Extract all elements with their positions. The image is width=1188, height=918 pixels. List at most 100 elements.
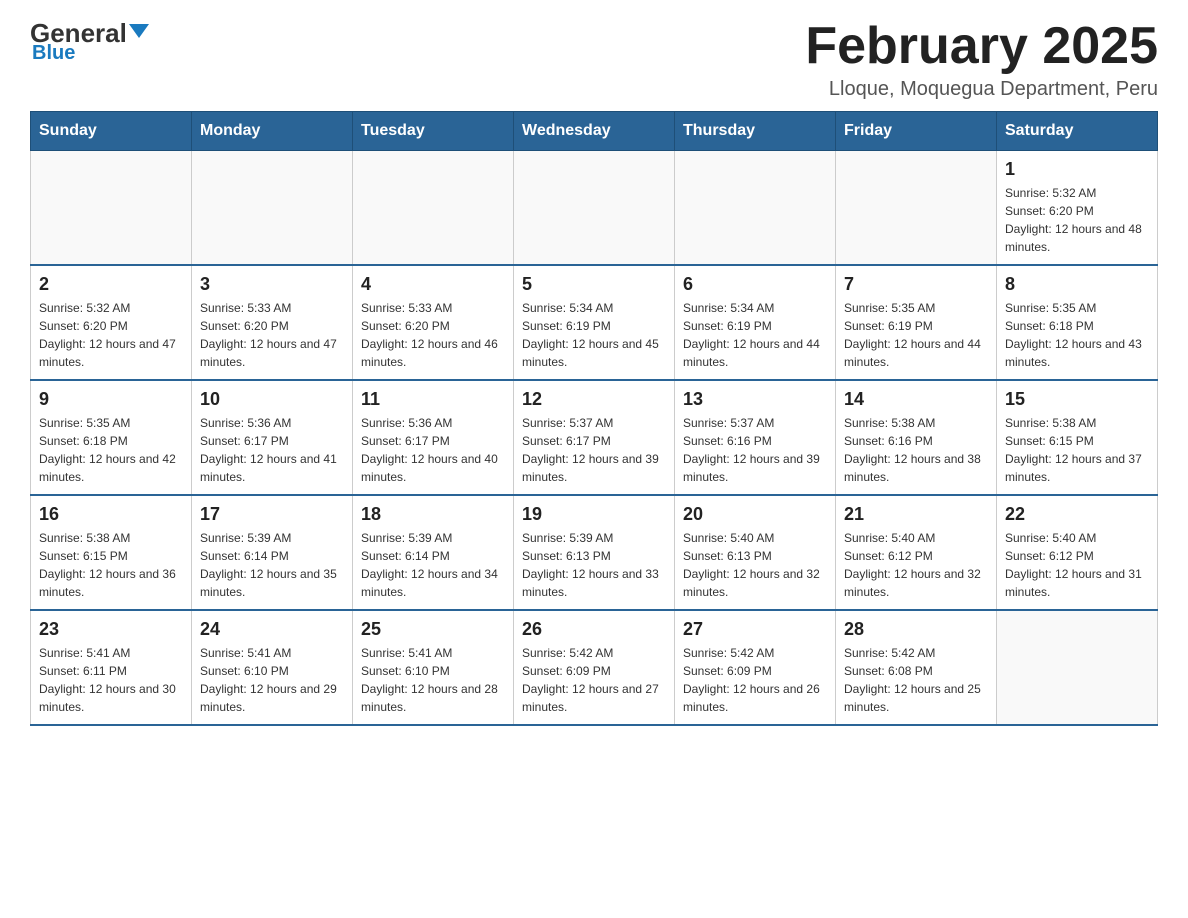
day-number: 28 [844,619,988,640]
day-info: Sunrise: 5:34 AMSunset: 6:19 PMDaylight:… [683,299,827,371]
calendar-cell: 7 Sunrise: 5:35 AMSunset: 6:19 PMDaylight… [836,265,997,380]
logo: General Blue [30,20,149,65]
day-number: 5 [522,274,666,295]
weekday-header-tuesday: Tuesday [353,112,514,151]
day-number: 4 [361,274,505,295]
calendar-cell: 10Sunrise: 5:36 AMSunset: 6:17 PMDayligh… [192,380,353,495]
calendar-cell: 3 Sunrise: 5:33 AMSunset: 6:20 PMDaylight… [192,265,353,380]
day-number: 27 [683,619,827,640]
calendar-cell: 12 Sunrise: 5:37 AMSunset: 6:17 PMDayligh… [514,380,675,495]
calendar-week-4: 16Sunrise: 5:38 AMSunset: 6:15 PMDayligh… [31,495,1158,610]
day-info: Sunrise: 5:41 AMSunset: 6:10 PMDaylight:… [200,644,344,716]
day-number: 20 [683,504,827,525]
day-info: Sunrise: 5:37 AMSunset: 6:16 PMDaylight:… [683,414,827,486]
calendar-cell [514,151,675,266]
day-info: Sunrise: 5:33 AMSunset: 6:20 PMDaylight:… [361,299,505,371]
day-number: 14 [844,389,988,410]
day-info: Sunrise: 5:38 AMSunset: 6:16 PMDaylight:… [844,414,988,486]
day-number: 7 [844,274,988,295]
logo-blue: Blue [32,42,75,65]
page-header: General Blue February 2025 Lloque, Moque… [30,20,1158,101]
day-number: 21 [844,504,988,525]
day-info: Sunrise: 5:33 AMSunset: 6:20 PMDaylight:… [200,299,344,371]
calendar-cell [836,151,997,266]
day-number: 24 [200,619,344,640]
calendar-cell: 6 Sunrise: 5:34 AMSunset: 6:19 PMDaylight… [675,265,836,380]
day-info: Sunrise: 5:37 AMSunset: 6:17 PMDaylight:… [522,414,666,486]
day-number: 17 [200,504,344,525]
day-info: Sunrise: 5:36 AMSunset: 6:17 PMDaylight:… [200,414,344,486]
weekday-header-thursday: Thursday [675,112,836,151]
day-number: 18 [361,504,505,525]
weekday-header-wednesday: Wednesday [514,112,675,151]
title-area: February 2025 Lloque, Moquegua Departmen… [805,20,1158,101]
calendar-body: 1 Sunrise: 5:32 AMSunset: 6:20 PMDaylight… [31,151,1158,726]
calendar-cell: 15Sunrise: 5:38 AMSunset: 6:15 PMDayligh… [997,380,1158,495]
calendar-cell: 26 Sunrise: 5:42 AMSunset: 6:09 PMDayligh… [514,610,675,725]
calendar-cell [997,610,1158,725]
calendar-cell: 25 Sunrise: 5:41 AMSunset: 6:10 PMDayligh… [353,610,514,725]
day-number: 22 [1005,504,1149,525]
calendar-table: SundayMondayTuesdayWednesdayThursdayFrid… [30,111,1158,726]
weekday-header-saturday: Saturday [997,112,1158,151]
calendar-week-2: 2 Sunrise: 5:32 AMSunset: 6:20 PMDaylight… [31,265,1158,380]
day-info: Sunrise: 5:40 AMSunset: 6:12 PMDaylight:… [1005,529,1149,601]
weekday-header-monday: Monday [192,112,353,151]
calendar-cell: 17 Sunrise: 5:39 AMSunset: 6:14 PMDayligh… [192,495,353,610]
day-info: Sunrise: 5:42 AMSunset: 6:08 PMDaylight:… [844,644,988,716]
calendar-cell: 16Sunrise: 5:38 AMSunset: 6:15 PMDayligh… [31,495,192,610]
calendar-header: SundayMondayTuesdayWednesdayThursdayFrid… [31,112,1158,151]
calendar-cell: 1 Sunrise: 5:32 AMSunset: 6:20 PMDaylight… [997,151,1158,266]
calendar-cell: 5Sunrise: 5:34 AMSunset: 6:19 PMDaylight… [514,265,675,380]
calendar-cell: 18Sunrise: 5:39 AMSunset: 6:14 PMDayligh… [353,495,514,610]
calendar-cell: 4 Sunrise: 5:33 AMSunset: 6:20 PMDaylight… [353,265,514,380]
day-info: Sunrise: 5:35 AMSunset: 6:19 PMDaylight:… [844,299,988,371]
calendar-week-1: 1 Sunrise: 5:32 AMSunset: 6:20 PMDaylight… [31,151,1158,266]
calendar-cell: 11 Sunrise: 5:36 AMSunset: 6:17 PMDayligh… [353,380,514,495]
day-number: 25 [361,619,505,640]
day-info: Sunrise: 5:39 AMSunset: 6:14 PMDaylight:… [200,529,344,601]
day-number: 26 [522,619,666,640]
day-info: Sunrise: 5:39 AMSunset: 6:13 PMDaylight:… [522,529,666,601]
day-info: Sunrise: 5:42 AMSunset: 6:09 PMDaylight:… [522,644,666,716]
location-subtitle: Lloque, Moquegua Department, Peru [805,78,1158,101]
day-number: 3 [200,274,344,295]
day-info: Sunrise: 5:42 AMSunset: 6:09 PMDaylight:… [683,644,827,716]
day-info: Sunrise: 5:32 AMSunset: 6:20 PMDaylight:… [39,299,183,371]
calendar-cell [192,151,353,266]
day-info: Sunrise: 5:36 AMSunset: 6:17 PMDaylight:… [361,414,505,486]
calendar-week-3: 9 Sunrise: 5:35 AMSunset: 6:18 PMDaylight… [31,380,1158,495]
calendar-cell: 2 Sunrise: 5:32 AMSunset: 6:20 PMDaylight… [31,265,192,380]
logo-triangle-icon [129,24,149,38]
day-number: 11 [361,389,505,410]
calendar-cell: 23Sunrise: 5:41 AMSunset: 6:11 PMDayligh… [31,610,192,725]
calendar-cell: 24 Sunrise: 5:41 AMSunset: 6:10 PMDayligh… [192,610,353,725]
day-number: 9 [39,389,183,410]
day-info: Sunrise: 5:32 AMSunset: 6:20 PMDaylight:… [1005,184,1149,256]
weekday-header-sunday: Sunday [31,112,192,151]
calendar-week-5: 23Sunrise: 5:41 AMSunset: 6:11 PMDayligh… [31,610,1158,725]
day-number: 8 [1005,274,1149,295]
day-info: Sunrise: 5:40 AMSunset: 6:13 PMDaylight:… [683,529,827,601]
calendar-cell: 22 Sunrise: 5:40 AMSunset: 6:12 PMDayligh… [997,495,1158,610]
calendar-cell [31,151,192,266]
calendar-cell: 13 Sunrise: 5:37 AMSunset: 6:16 PMDayligh… [675,380,836,495]
weekday-header-row: SundayMondayTuesdayWednesdayThursdayFrid… [31,112,1158,151]
calendar-cell: 21 Sunrise: 5:40 AMSunset: 6:12 PMDayligh… [836,495,997,610]
day-number: 2 [39,274,183,295]
calendar-cell [675,151,836,266]
day-info: Sunrise: 5:41 AMSunset: 6:10 PMDaylight:… [361,644,505,716]
calendar-cell: 27 Sunrise: 5:42 AMSunset: 6:09 PMDayligh… [675,610,836,725]
day-number: 12 [522,389,666,410]
day-number: 13 [683,389,827,410]
day-number: 1 [1005,159,1149,180]
day-number: 6 [683,274,827,295]
day-info: Sunrise: 5:38 AMSunset: 6:15 PMDaylight:… [1005,414,1149,486]
day-info: Sunrise: 5:40 AMSunset: 6:12 PMDaylight:… [844,529,988,601]
day-info: Sunrise: 5:35 AMSunset: 6:18 PMDaylight:… [39,414,183,486]
calendar-cell: 28 Sunrise: 5:42 AMSunset: 6:08 PMDayligh… [836,610,997,725]
day-info: Sunrise: 5:41 AMSunset: 6:11 PMDaylight:… [39,644,183,716]
day-info: Sunrise: 5:35 AMSunset: 6:18 PMDaylight:… [1005,299,1149,371]
day-info: Sunrise: 5:38 AMSunset: 6:15 PMDaylight:… [39,529,183,601]
calendar-cell: 20 Sunrise: 5:40 AMSunset: 6:13 PMDayligh… [675,495,836,610]
